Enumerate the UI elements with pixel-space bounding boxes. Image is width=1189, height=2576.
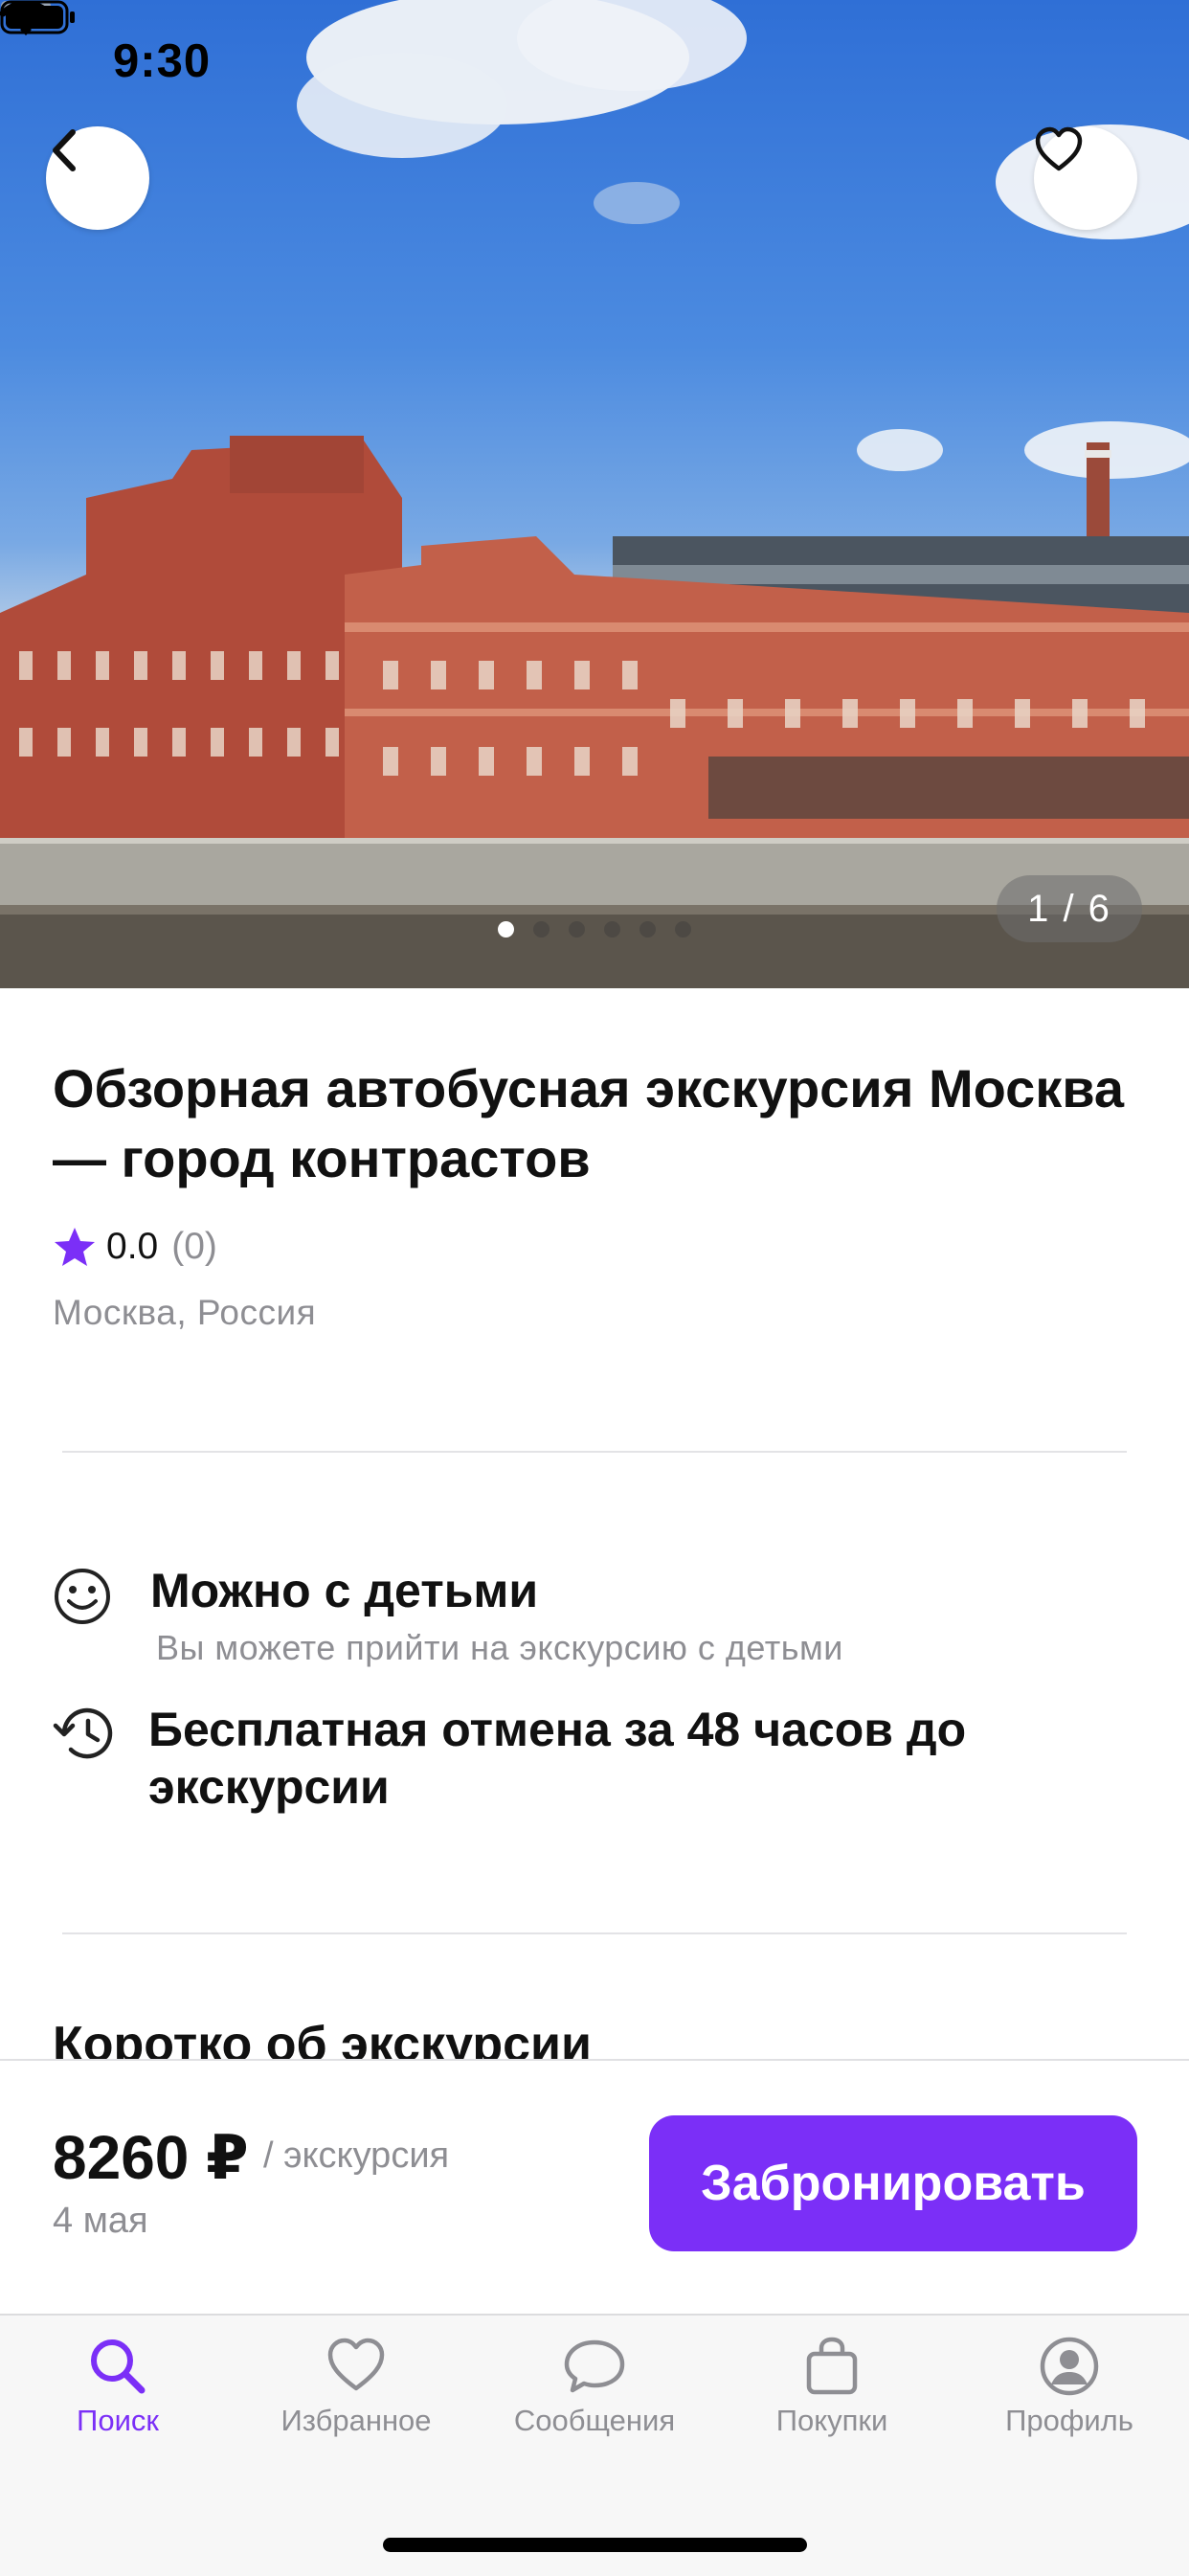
tab-label: Сообщения [513, 2404, 676, 2437]
page-dot[interactable] [533, 921, 550, 938]
tab-profile[interactable]: Профиль [951, 2335, 1188, 2438]
tab-messages[interactable]: Сообщения [476, 2335, 713, 2438]
page-dot[interactable] [639, 921, 656, 938]
tab-search[interactable]: Поиск [0, 2335, 236, 2438]
tab-purchases[interactable]: Покупки [713, 2335, 951, 2438]
search-icon [91, 2339, 146, 2394]
tour-photo-gallery[interactable]: 9:30 1 / 6 [0, 0, 1189, 988]
favorite-button[interactable] [1034, 126, 1137, 230]
price-unit: / экскурсия [263, 2135, 450, 2176]
tour-photo [0, 0, 1189, 988]
home-indicator[interactable] [383, 2538, 807, 2552]
page-dot[interactable] [604, 921, 620, 938]
tab-label: Избранное [280, 2404, 432, 2437]
tour-location: Москва, Россия [53, 1293, 317, 1332]
divider [62, 1451, 1127, 1453]
about-tour-heading: Коротко об экскурсии [53, 2017, 592, 2059]
tab-bar: Поиск Избранное Сообщения Покупки Профил… [0, 2314, 1189, 2576]
reviews-count: (0) [171, 1226, 217, 1267]
rating[interactable]: 0.0 (0) [53, 1226, 217, 1268]
star-icon [55, 1228, 95, 1266]
price: 8260 ₽ [53, 2123, 249, 2192]
tab-label: Покупки [775, 2404, 888, 2437]
tour-date[interactable]: 4 мая [53, 2201, 148, 2242]
page-dot[interactable] [498, 921, 514, 938]
history-clock-icon [53, 1707, 113, 1759]
battery-icon [0, 0, 75, 34]
photo-counter: 1 / 6 [997, 875, 1142, 942]
photo-page-indicator[interactable] [498, 921, 691, 938]
status-bar: 9:30 [0, 0, 1189, 126]
booking-bar: 8260 ₽ / экскурсия 4 мая Забронировать [0, 2059, 1189, 2316]
shopping-bag-icon [806, 2337, 858, 2395]
smiley-icon [55, 1569, 110, 1624]
chat-bubble-icon [564, 2339, 625, 2393]
tab-favorites[interactable]: Избранное [237, 2335, 475, 2438]
tab-label: Профиль [1005, 2404, 1133, 2437]
heart-icon [1035, 126, 1083, 171]
page-dot[interactable] [569, 921, 585, 938]
chevron-left-icon [53, 129, 76, 171]
back-button[interactable] [46, 126, 149, 230]
feature-kids-subtitle: Вы можете прийти на экскурсию с детьми [156, 1628, 843, 1667]
book-button[interactable]: Забронировать [649, 2115, 1137, 2251]
tab-label: Поиск [77, 2404, 159, 2437]
heart-icon [327, 2338, 385, 2391]
status-time: 9:30 [113, 35, 212, 87]
profile-icon [1040, 2337, 1099, 2396]
feature-kids-title: Можно с детьми [150, 1564, 539, 1617]
feature-free-cancel-title: Бесплатная отмена за 48 часов до экскурс… [148, 1703, 967, 1814]
divider [62, 1932, 1127, 1934]
page-dot[interactable] [675, 921, 691, 938]
rating-value: 0.0 [106, 1226, 159, 1267]
tour-title: Обзорная автобусная экскурсия Москва — г… [53, 1058, 1125, 1188]
